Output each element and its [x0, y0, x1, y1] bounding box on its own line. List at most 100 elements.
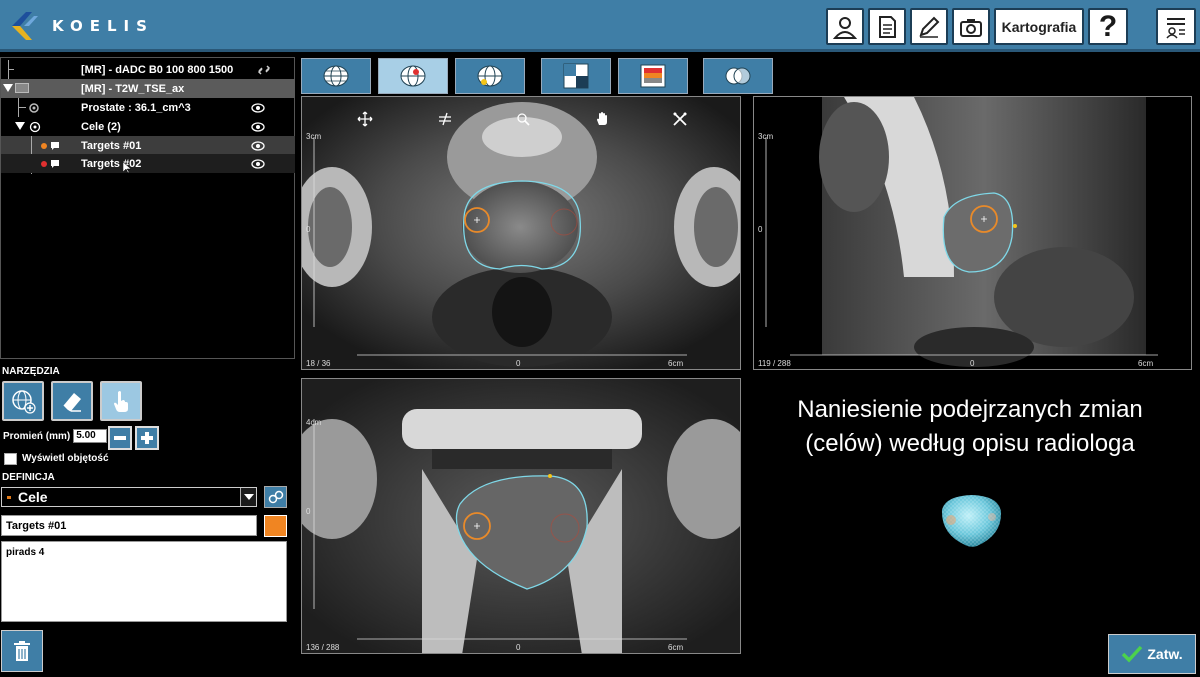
sagittal-viewport[interactable]: 3cm 0 119 / 288 0 6cm — [753, 96, 1192, 370]
tree-item-label: [MR] - dADC B0 100 800 1500 — [81, 63, 234, 76]
pointer-hand-icon — [114, 391, 128, 412]
link-icon — [268, 490, 283, 504]
pan-hand-icon[interactable] — [594, 111, 610, 127]
camera-button[interactable] — [952, 8, 990, 45]
scale-bottom-mid-label: 0 — [970, 359, 975, 368]
layout-grid-icon — [563, 63, 589, 89]
contrast-icon[interactable] — [437, 111, 453, 127]
view-globe-target-button[interactable] — [378, 58, 448, 94]
tree-item-t2w[interactable]: [MR] - T2W_TSE_ax — [1, 79, 295, 98]
patient-button[interactable] — [826, 8, 864, 45]
radius-row: Promień (mm) 5.00 — [3, 429, 108, 443]
checkmark-icon — [1122, 645, 1143, 663]
camera-icon — [960, 18, 982, 37]
tree-item-dadc[interactable]: [MR] - dADC B0 100 800 1500 — [1, 60, 295, 79]
view-fusion-button[interactable] — [703, 58, 773, 94]
collapse-icon[interactable] — [15, 122, 25, 130]
view-globe-highlight-button[interactable] — [455, 58, 525, 94]
scale-mid-label: 0 — [306, 225, 311, 234]
tree-item-label: Prostate : 36.1_cm^3 — [81, 101, 191, 114]
eye-icon[interactable] — [251, 102, 265, 113]
document-icon — [879, 15, 896, 38]
cross-tools-icon[interactable] — [672, 111, 688, 127]
definition-section-label: DEFINICJA — [2, 472, 55, 483]
axial-viewport[interactable]: 3cm 0 18 / 36 0 6cm — [301, 96, 741, 370]
view-colormap-button[interactable] — [618, 58, 688, 94]
globe-target-icon — [400, 65, 426, 87]
scale-bottom-end-label: 6cm — [1138, 359, 1154, 368]
pencil-icon — [919, 16, 940, 38]
view-layout-button[interactable] — [541, 58, 611, 94]
scale-top-label: 4cm — [306, 418, 322, 427]
target-color-swatch[interactable] — [264, 515, 287, 537]
category-select[interactable]: Cele — [1, 487, 257, 507]
confirm-button[interactable]: Zatw. — [1108, 634, 1196, 674]
radius-label: Promień (mm) — [3, 430, 71, 442]
slice-indicator: 18 / 36 — [306, 359, 331, 368]
colormap-icon — [640, 64, 666, 88]
mr-series-icon — [15, 83, 29, 93]
link-button[interactable] — [264, 486, 287, 508]
viewport-toolbar — [302, 111, 740, 129]
list-icon — [1166, 17, 1185, 39]
category-value: Cele — [18, 489, 48, 505]
slice-indicator: 119 / 288 — [758, 359, 791, 368]
move-icon[interactable] — [357, 111, 373, 127]
hand-tool-button[interactable] — [100, 381, 142, 421]
koelis-logo-icon — [8, 7, 46, 45]
comment-icon — [51, 142, 59, 150]
user-icon — [832, 16, 858, 39]
add-target-tool-button[interactable] — [2, 381, 44, 421]
target-group-icon — [29, 121, 41, 133]
scale-bottom-mid-label: 0 — [516, 359, 521, 368]
zoom-icon[interactable] — [515, 111, 531, 127]
prostate-icon — [29, 103, 39, 113]
edit-button[interactable] — [910, 8, 948, 45]
kartografia-button[interactable]: Kartografia — [994, 8, 1084, 45]
tree-item-target-02[interactable]: Targets #02 — [1, 154, 295, 174]
show-volume-label: Wyświetl objętość — [22, 453, 109, 464]
tree-item-label: Targets #01 — [81, 139, 142, 152]
link-broken-icon[interactable] — [257, 63, 271, 77]
slice-indicator: 136 / 288 — [306, 643, 340, 652]
delete-button[interactable] — [1, 630, 43, 672]
kartografia-label: Kartografia — [1001, 18, 1077, 35]
scale-bottom-end-label: 6cm — [668, 643, 684, 652]
eraser-icon — [63, 393, 81, 412]
target-color-dot — [41, 161, 47, 167]
chevron-down-icon[interactable] — [240, 488, 256, 506]
prostate-3d-model[interactable] — [937, 490, 1007, 550]
koelis-logo: KOELIS — [8, 6, 158, 46]
minus-icon — [114, 436, 126, 440]
target-notes-textarea[interactable]: pirads 4 — [1, 541, 287, 622]
mouse-cursor-icon — [123, 162, 132, 174]
report-button[interactable] — [868, 8, 906, 45]
show-volume-checkbox[interactable] — [4, 453, 17, 465]
radius-input[interactable]: 5.00 — [73, 429, 108, 443]
instruction-caption: Naniesienie podejrzanych zmian (celów) w… — [755, 393, 1185, 461]
globe-highlight-icon — [477, 65, 503, 87]
scale-top-label: 3cm — [306, 132, 322, 141]
tree-item-target-01[interactable]: Targets #01 — [1, 136, 295, 174]
collapse-icon[interactable] — [3, 84, 13, 92]
trash-icon — [14, 641, 30, 661]
radius-decrease-button[interactable] — [108, 426, 132, 450]
eye-icon[interactable] — [251, 140, 265, 151]
scale-mid-label: 0 — [758, 225, 763, 234]
eye-icon[interactable] — [251, 121, 265, 132]
sagittal-mri-image — [765, 97, 1158, 367]
scale-top-label: 3cm — [758, 132, 774, 141]
coronal-viewport[interactable]: 4cm 0 136 / 288 0 6cm — [301, 378, 741, 654]
view-globe-button[interactable] — [301, 58, 371, 94]
tree-item-prostate[interactable]: Prostate : 36.1_cm^3 — [1, 98, 295, 117]
tree-item-label: Cele (2) — [81, 120, 121, 133]
tree-item-cele[interactable]: Cele (2) — [1, 117, 295, 136]
eraser-tool-button[interactable] — [51, 381, 93, 421]
radius-increase-button[interactable] — [135, 426, 159, 450]
menu-button[interactable] — [1156, 8, 1196, 45]
series-tree: [MR] - dADC B0 100 800 1500 [MR] - T2W_T… — [0, 57, 295, 359]
fusion-circles-icon — [725, 67, 751, 85]
help-button[interactable]: ? — [1088, 8, 1128, 45]
eye-icon[interactable] — [251, 158, 265, 169]
target-name-input[interactable]: Targets #01 — [1, 515, 257, 536]
